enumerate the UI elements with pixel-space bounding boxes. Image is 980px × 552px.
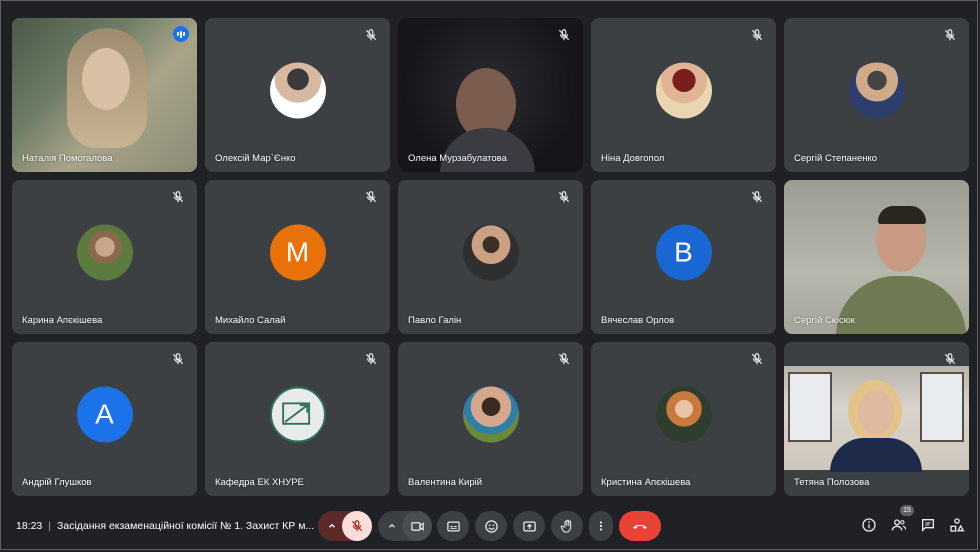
mic-off-icon [172,191,184,203]
participant-name: Андрій Глушков [22,477,92,488]
participant-tile[interactable]: B Вячеслав Орлов [591,180,776,334]
mic-options-button[interactable] [324,511,340,541]
participant-name: Павло Галін [408,315,462,326]
participant-tile[interactable]: Сергій Сюсюк [784,180,969,334]
present-button[interactable] [513,511,545,541]
meeting-info: 18:23 | Засідання екзаменаційної комісії №… [16,520,314,532]
meeting-time: 18:23 [16,520,43,532]
chevron-up-icon [329,523,335,528]
participant-tile[interactable]: A Андрій Глушков [12,342,197,496]
participant-name: Кафедра ЕК ХНУРЕ [215,477,304,488]
participant-tile[interactable]: Олексій Мар`Єнко [205,18,390,172]
mic-control-group [318,511,372,541]
participant-tile[interactable]: Тетяна Полозова [784,342,969,496]
participants-grid: Наталія Помогалова Олексій Мар`Єнко Олен… [12,18,970,496]
avatar [269,62,326,119]
more-options-icon [599,521,603,531]
participant-tile[interactable]: Кристина Апєкішева [591,342,776,496]
raise-hand-button[interactable] [551,511,583,541]
avatar-initial: B [655,224,712,281]
participant-name: Сергій Степаненко [794,153,878,164]
participant-video [784,180,969,334]
camera-control-group [378,511,432,541]
participant-name: Карина Апєкішева [22,315,103,326]
participant-tile[interactable]: Карина Апєкішева [12,180,197,334]
present-icon [522,521,536,531]
avatar [76,224,133,281]
avatar [848,62,905,119]
participant-name: Тетяна Полозова [794,477,870,488]
participant-name: Ніна Довгопол [601,153,665,164]
mic-off-icon [751,353,763,365]
participant-tile[interactable]: Ніна Довгопол [591,18,776,172]
mic-off-icon [751,29,763,41]
department-logo-icon [269,386,326,443]
activities-icon[interactable] [949,517,965,533]
avatar-initial: M [269,224,326,281]
participant-name: Наталія Помогалова [22,153,113,164]
mic-off-icon [172,353,184,365]
participant-tile[interactable]: Сергій Степаненко [784,18,969,172]
avatar-initial: A [76,386,133,443]
participant-name: Олексій Мар`Єнко [215,153,296,164]
avatar [655,62,712,119]
more-options-button[interactable] [589,511,613,541]
participant-tile[interactable]: Кафедра ЕК ХНУРЕ [205,342,390,496]
participant-tile[interactable]: Наталія Помогалова [12,18,197,172]
people-icon[interactable] [891,517,907,533]
avatar [462,224,519,281]
captions-icon [446,521,460,531]
participant-name: Сергій Сюсюк [794,315,855,326]
meeting-title: Засідання екзаменаційної комісії № 1. За… [57,520,315,532]
leave-call-button[interactable] [619,511,661,541]
mic-off-icon [751,191,763,203]
raise-hand-icon [560,519,571,533]
mic-off-icon [365,353,377,365]
participant-name: Валентина Кирій [408,477,483,488]
mic-off-icon [558,191,570,203]
speaking-indicator-icon [173,26,189,42]
mic-off-icon [365,191,377,203]
participant-tile[interactable]: Павло Галін [398,180,583,334]
reactions-button[interactable] [475,511,507,541]
end-call-icon [633,524,647,529]
control-bar: 18:23 | Засідання екзаменаційної комісії №… [0,500,980,550]
participant-tile[interactable]: M Михайло Салай [205,180,390,334]
participant-video [398,18,583,172]
camera-icon [410,521,424,531]
mic-off-icon [944,29,956,41]
participant-video [784,342,969,496]
participant-name: Вячеслав Орлов [601,315,675,326]
participant-name: Михайло Салай [215,315,286,326]
camera-options-button[interactable] [384,511,400,541]
captions-button[interactable] [437,511,469,541]
participant-tile[interactable]: Валентина Кирій [398,342,583,496]
info-icon[interactable] [861,517,877,533]
mic-off-icon [365,29,377,41]
mic-toggle-button[interactable] [342,511,372,541]
people-count-badge: 15 [900,505,914,516]
mic-off-icon [944,353,956,365]
emoji-icon [484,519,498,533]
mic-off-icon [558,29,570,41]
avatar [462,386,519,443]
mic-off-icon [558,353,570,365]
participant-name: Кристина Апєкішева [601,477,691,488]
participant-name: Олена Мурзабулатова [408,153,507,164]
avatar [655,386,712,443]
camera-toggle-button[interactable] [402,511,432,541]
participant-video [12,18,197,172]
chat-icon[interactable] [920,517,936,533]
chevron-up-icon [389,523,395,528]
participant-tile[interactable]: Олена Мурзабулатова [398,18,583,172]
separator: | [48,520,52,532]
mic-off-icon [351,520,363,532]
